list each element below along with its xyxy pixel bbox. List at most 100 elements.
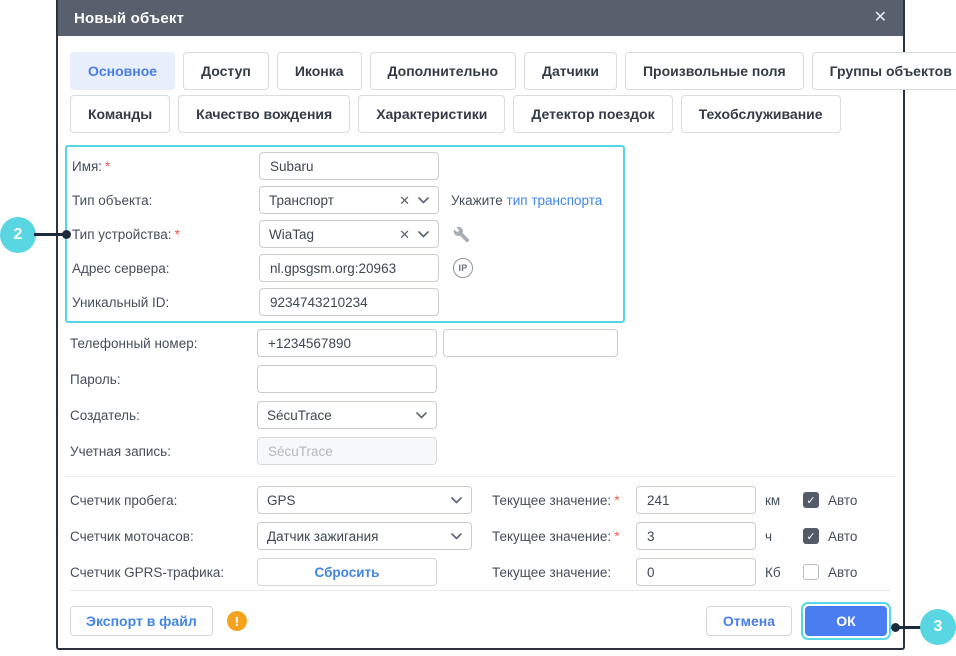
- vehicle-type-link[interactable]: тип транспорта: [507, 193, 603, 208]
- creator-label: Создатель:: [70, 407, 140, 423]
- callout-2-badge: 2: [0, 217, 36, 253]
- clear-icon[interactable]: ✕: [399, 194, 410, 207]
- object-type-row: Тип объекта: Транспорт ✕ Укажите тип тра…: [67, 183, 623, 217]
- engine-hours-auto-label: Авто: [828, 528, 858, 544]
- engine-hours-auto-checkbox[interactable]: ✓: [803, 528, 819, 544]
- divider-counters: [65, 476, 896, 477]
- tab-bar: Основное Доступ Иконка Дополнительно Дат…: [58, 36, 956, 141]
- gprs-counter-row: Счетчик GPRS-трафика: Сбросить Текущее з…: [65, 554, 896, 590]
- gprs-value-input[interactable]: [636, 558, 756, 586]
- password-label: Пароль:: [70, 371, 121, 387]
- required-star: *: [105, 158, 111, 174]
- gprs-auto-label: Авто: [828, 564, 858, 580]
- callout-3-badge: 3: [920, 609, 956, 645]
- chevron-down-icon: [451, 532, 462, 540]
- name-input[interactable]: [259, 152, 439, 180]
- account-row: Учетная запись:: [65, 433, 896, 469]
- gprs-auto-checkbox[interactable]: ✓: [803, 564, 819, 580]
- tab-detektor-poezdok[interactable]: Детектор поездок: [513, 95, 673, 133]
- highlighted-fieldset: Имя:* Тип объекта: Транспорт ✕ Укажите т…: [65, 145, 625, 323]
- callout-2-line: [34, 233, 65, 236]
- tab-komandy[interactable]: Команды: [70, 95, 171, 133]
- object-type-select[interactable]: Транспорт ✕: [259, 186, 439, 214]
- tab-tekhobsluzhivanie[interactable]: Техобслуживание: [680, 95, 841, 133]
- ip-icon[interactable]: IP: [453, 258, 473, 278]
- gprs-reset-wrap: Сбросить: [257, 558, 472, 586]
- warning-icon[interactable]: !: [226, 611, 247, 631]
- chevron-down-icon: [451, 496, 462, 504]
- name-label: Имя: *: [72, 158, 111, 174]
- chevron-down-icon: [418, 196, 429, 204]
- server-address-label: Адрес сервера:: [72, 260, 170, 276]
- mileage-unit: км: [765, 492, 781, 508]
- mileage-source-select[interactable]: GPS: [257, 486, 472, 514]
- server-address-input[interactable]: [259, 254, 439, 282]
- mileage-current-label: Текущее значение: *: [492, 492, 620, 508]
- account-label: Учетная запись:: [70, 443, 171, 459]
- engine-hours-value-input[interactable]: [636, 522, 756, 550]
- tab-row-2: Команды Качество вождения Характеристики…: [70, 95, 891, 133]
- device-type-select[interactable]: WiaTag ✕: [259, 220, 439, 248]
- ok-button-highlight-ring: ОК: [801, 602, 891, 640]
- unique-id-row: Уникальный ID:: [67, 285, 623, 319]
- password-row: Пароль:: [65, 361, 896, 397]
- tab-kharakteristiki[interactable]: Характеристики: [358, 95, 506, 133]
- engine-hours-counter-row: Счетчик моточасов: Датчик зажигания Теку…: [65, 518, 896, 554]
- dialog-footer: Экспорт в файл ! Отмена ОК: [58, 590, 903, 649]
- footer-right: Отмена ОК: [706, 602, 891, 640]
- mileage-value-input[interactable]: [636, 486, 756, 514]
- gprs-current-label: Текущее значение:: [492, 564, 612, 580]
- tab-datchiki[interactable]: Датчики: [524, 52, 617, 90]
- required-star: *: [614, 492, 620, 508]
- close-icon[interactable]: ✕: [874, 10, 887, 26]
- required-star: *: [614, 528, 620, 544]
- dialog-title: Новый объект: [74, 9, 185, 27]
- tab-kachestvo-vozhdeniya[interactable]: Качество вождения: [178, 95, 351, 133]
- engine-hours-current-label: Текущее значение: *: [492, 528, 620, 544]
- cancel-button[interactable]: Отмена: [706, 606, 792, 636]
- vehicle-type-hint: Укажите тип транспорта: [451, 192, 603, 208]
- ok-button[interactable]: ОК: [805, 606, 887, 636]
- tab-dostup[interactable]: Доступ: [183, 52, 269, 90]
- tab-ikonka[interactable]: Иконка: [276, 52, 362, 90]
- tab-dopolnitelno[interactable]: Дополнительно: [369, 52, 516, 90]
- new-object-dialog: Новый объект ✕ Основное Доступ Иконка До…: [56, 0, 956, 650]
- clear-icon[interactable]: ✕: [399, 228, 410, 241]
- tab-gruppy-obektov[interactable]: Группы объектов: [811, 52, 956, 90]
- tab-row-1: Основное Доступ Иконка Дополнительно Дат…: [70, 52, 956, 90]
- object-type-label: Тип объекта:: [72, 192, 153, 208]
- callout-3-line: [897, 626, 921, 629]
- account-input: [257, 437, 437, 465]
- engine-hours-label: Счетчик моточасов:: [70, 528, 194, 544]
- creator-value: SécuTrace: [267, 407, 332, 423]
- server-address-row: Адрес сервера: IP: [67, 251, 623, 285]
- phone-input[interactable]: [257, 329, 437, 357]
- export-to-file-button[interactable]: Экспорт в файл: [70, 606, 213, 636]
- engine-hours-source-select[interactable]: Датчик зажигания: [257, 522, 472, 550]
- wrench-icon[interactable]: [453, 226, 470, 243]
- mileage-counter-row: Счетчик пробега: GPS Текущее значение: * …: [65, 482, 896, 518]
- chevron-down-icon: [416, 411, 427, 419]
- tab-proizvolnye-polya[interactable]: Произвольные поля: [624, 52, 804, 90]
- device-type-value: WiaTag: [269, 226, 315, 242]
- unique-id-input[interactable]: [259, 288, 439, 316]
- phone-label: Телефонный номер:: [70, 335, 198, 351]
- engine-hours-unit: ч: [765, 528, 773, 544]
- creator-row: Создатель: SécuTrace: [65, 397, 896, 433]
- dialog-header: Новый объект ✕: [58, 0, 903, 36]
- mileage-auto-label: Авто: [828, 492, 858, 508]
- tab-osnovnoe[interactable]: Основное: [70, 52, 176, 90]
- gprs-reset-button[interactable]: Сбросить: [257, 558, 437, 586]
- password-input[interactable]: [257, 365, 437, 393]
- device-type-label: Тип устройства: *: [72, 226, 180, 242]
- footer-inner: Экспорт в файл ! Отмена ОК: [58, 591, 903, 649]
- phone-input-2[interactable]: [443, 329, 618, 357]
- chevron-down-icon: [418, 230, 429, 238]
- screenshot-stage: Новый объект ✕ Основное Доступ Иконка До…: [0, 0, 956, 656]
- required-star: *: [174, 226, 180, 242]
- creator-select[interactable]: SécuTrace: [257, 401, 437, 429]
- engine-hours-source-value: Датчик зажигания: [267, 528, 379, 544]
- device-type-row: Тип устройства: * WiaTag ✕: [67, 217, 623, 251]
- name-row: Имя: *: [67, 149, 623, 183]
- mileage-auto-checkbox[interactable]: ✓: [803, 492, 819, 508]
